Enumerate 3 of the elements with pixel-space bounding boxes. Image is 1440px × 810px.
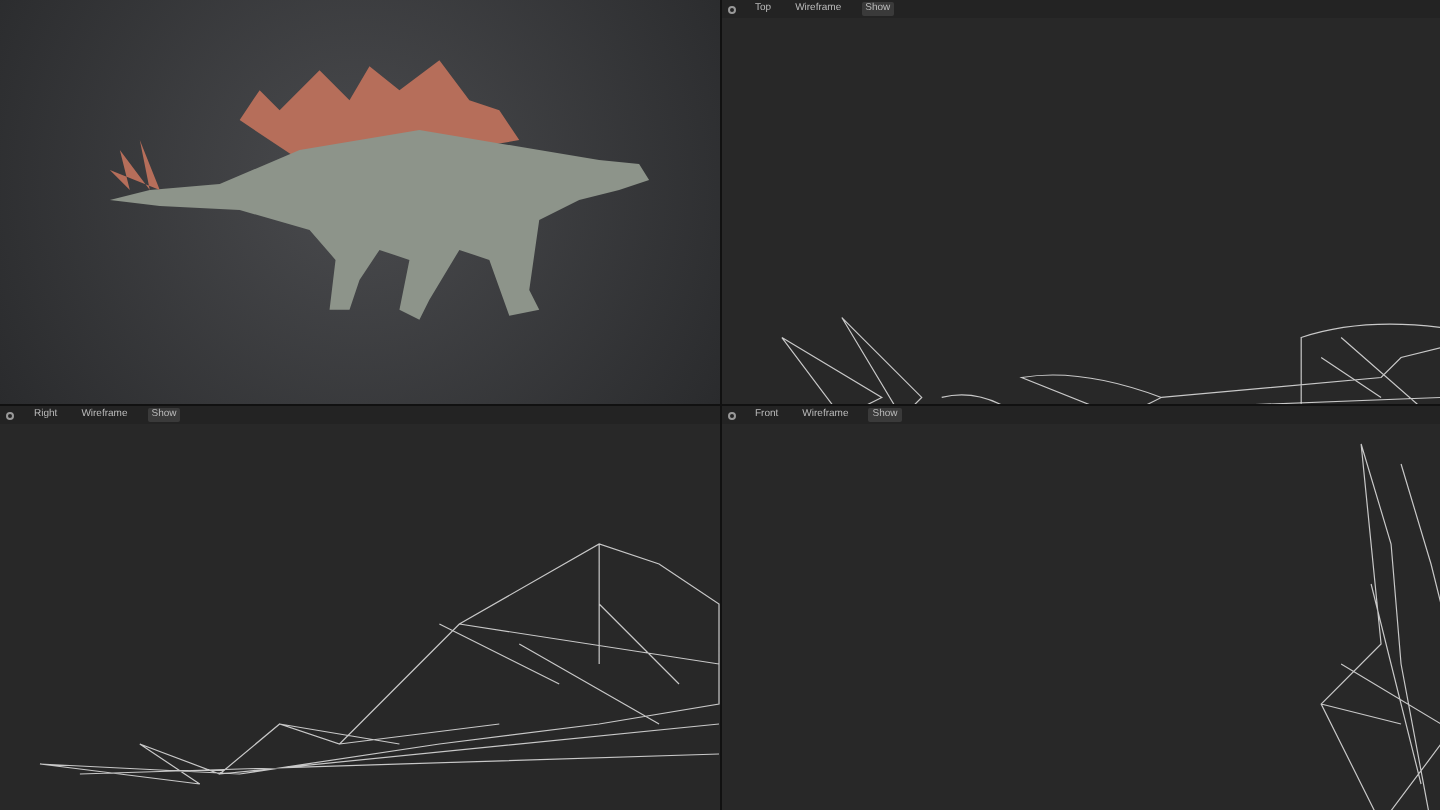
- view-menu-icon[interactable]: [727, 5, 735, 13]
- view-menu-icon[interactable]: [6, 411, 14, 419]
- view-menu-icon[interactable]: [727, 411, 735, 419]
